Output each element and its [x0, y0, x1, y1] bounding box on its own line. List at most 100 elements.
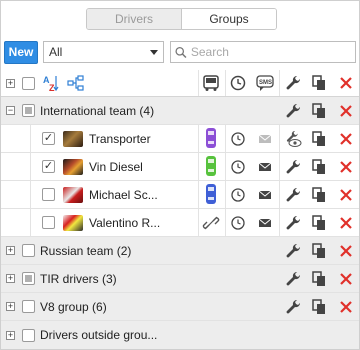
message-icon[interactable] — [256, 186, 274, 204]
car-icon[interactable] — [202, 155, 220, 176]
bus-icon[interactable] — [202, 74, 220, 92]
delete-icon[interactable] — [337, 242, 355, 260]
group-name: V8 group (6) — [40, 299, 107, 314]
tab-drivers[interactable]: Drivers — [87, 9, 182, 29]
wrench-icon[interactable] — [284, 102, 302, 120]
copy-icon[interactable] — [310, 102, 328, 120]
driver-avatar — [63, 158, 83, 175]
driver-row[interactable]: Michael Sc... — [1, 181, 359, 209]
clock-icon[interactable] — [229, 214, 247, 232]
wrench-icon[interactable] — [284, 186, 302, 204]
column-separator — [225, 181, 226, 208]
driver-name: Vin Diesel — [89, 159, 143, 174]
message-icon[interactable] — [256, 158, 274, 176]
group-checkbox[interactable] — [22, 300, 35, 313]
car-icon[interactable] — [202, 127, 220, 148]
copy-icon[interactable] — [310, 130, 328, 148]
group-checkbox[interactable] — [22, 272, 35, 285]
column-separator — [198, 153, 199, 180]
copy-icon[interactable] — [310, 74, 328, 92]
delete-icon[interactable] — [337, 74, 355, 92]
expand-all-icon[interactable]: + — [6, 78, 15, 88]
delete-icon[interactable] — [337, 158, 355, 176]
new-button[interactable]: New — [4, 40, 38, 64]
delete-icon[interactable] — [337, 186, 355, 204]
column-separator — [198, 125, 199, 152]
message-icon[interactable] — [256, 130, 274, 148]
search-input[interactable] — [190, 45, 355, 59]
groups-panel: Drivers Groups New All + A Z — [0, 0, 360, 350]
delete-icon[interactable] — [337, 102, 355, 120]
driver-name: Valentino R... — [89, 215, 161, 230]
hierarchy-icon[interactable] — [67, 74, 85, 92]
group-row[interactable]: + TIR drivers (3) — [1, 265, 359, 293]
clock-icon[interactable] — [229, 74, 247, 92]
group-row[interactable]: + Russian team (2) — [1, 237, 359, 265]
observe-icon[interactable] — [284, 130, 302, 148]
driver-row[interactable]: Valentino R... — [1, 209, 359, 237]
driver-checkbox[interactable] — [42, 160, 55, 173]
search-box[interactable] — [170, 41, 356, 63]
copy-icon[interactable] — [310, 298, 328, 316]
wrench-icon[interactable] — [284, 158, 302, 176]
delete-icon[interactable] — [337, 130, 355, 148]
column-separator — [279, 125, 280, 152]
filter-select[interactable]: All — [43, 41, 164, 63]
delete-icon[interactable] — [337, 214, 355, 232]
sms-icon[interactable]: SMS — [256, 74, 274, 92]
clock-icon[interactable] — [229, 186, 247, 204]
delete-icon[interactable] — [337, 298, 355, 316]
wrench-icon[interactable] — [284, 298, 302, 316]
copy-icon[interactable] — [310, 242, 328, 260]
tab-groups[interactable]: Groups — [182, 9, 276, 29]
group-row[interactable]: + V8 group (6) — [1, 293, 359, 321]
group-checkbox[interactable] — [22, 328, 35, 342]
column-separator — [225, 125, 226, 152]
expand-icon[interactable]: + — [6, 274, 15, 283]
column-separator — [198, 181, 199, 208]
copy-icon[interactable] — [310, 270, 328, 288]
group-name: TIR drivers (3) — [40, 271, 117, 286]
driver-checkbox[interactable] — [42, 132, 55, 145]
view-tabs: Drivers Groups — [86, 8, 277, 30]
search-icon — [175, 46, 187, 58]
group-checkbox[interactable] — [22, 244, 35, 257]
unbind-icon[interactable] — [202, 214, 220, 232]
driver-checkbox[interactable] — [42, 216, 55, 229]
driver-name: Transporter — [89, 131, 151, 146]
tree-guide — [30, 153, 31, 180]
delete-icon[interactable] — [337, 270, 355, 288]
group-name: Drivers outside grou... — [40, 328, 158, 342]
column-separator — [279, 70, 280, 96]
wrench-icon[interactable] — [284, 214, 302, 232]
expand-icon[interactable]: + — [6, 302, 15, 311]
group-name: Russian team (2) — [40, 243, 132, 258]
group-checkbox[interactable] — [22, 104, 35, 117]
column-separator — [279, 181, 280, 208]
clock-icon[interactable] — [229, 158, 247, 176]
message-icon[interactable] — [256, 214, 274, 232]
group-row[interactable]: + Drivers outside grou... — [1, 321, 359, 349]
car-icon[interactable] — [202, 183, 220, 204]
copy-icon[interactable] — [310, 158, 328, 176]
collapse-icon[interactable]: − — [6, 106, 15, 115]
wrench-icon[interactable] — [284, 74, 302, 92]
driver-name: Michael Sc... — [89, 187, 158, 202]
select-all-checkbox[interactable] — [22, 76, 35, 90]
expand-icon[interactable]: + — [6, 246, 15, 255]
copy-icon[interactable] — [310, 186, 328, 204]
driver-row[interactable]: Vin Diesel — [1, 153, 359, 181]
column-separator — [225, 70, 226, 96]
column-separator — [198, 209, 199, 236]
wrench-icon[interactable] — [284, 242, 302, 260]
filter-select-value: All — [49, 45, 63, 59]
driver-checkbox[interactable] — [42, 188, 55, 201]
clock-icon[interactable] — [229, 130, 247, 148]
column-separator — [225, 209, 226, 236]
driver-row[interactable]: Transporter — [1, 125, 359, 153]
expand-icon[interactable]: + — [6, 330, 15, 340]
sort-az-icon[interactable]: A Z — [42, 74, 60, 92]
copy-icon[interactable] — [310, 214, 328, 232]
wrench-icon[interactable] — [284, 270, 302, 288]
group-row[interactable]: − International team (4) — [1, 97, 359, 125]
